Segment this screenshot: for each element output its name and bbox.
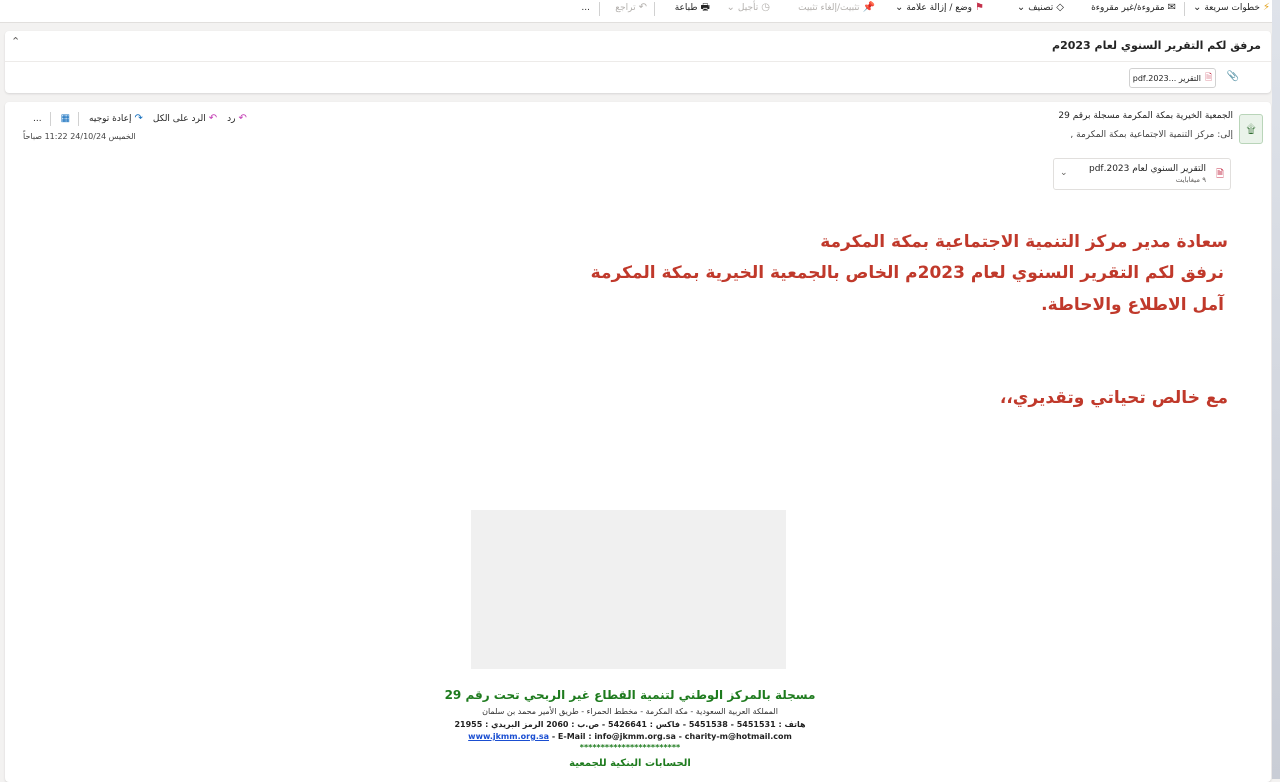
logo-icon: ۩ [1246,121,1256,136]
apps-button[interactable]: ▦ [61,114,70,124]
bank-accounts-title: الحسابات البنكية للجمعية [569,758,691,769]
chevron-up-icon[interactable]: ⌃ [11,35,20,48]
divider [78,112,80,126]
body-greeting: سعادة مدير مركز التنمية الاجتماعية بمكة … [820,232,1228,252]
body-closing: مع خالص تحياتي وتقديري،، [999,388,1228,408]
clock-icon: ◷ [761,2,770,13]
quick-steps-button[interactable]: ⚡ خطوات سريعة ⌄ [1193,0,1270,16]
forward-icon: ↷ [134,113,143,124]
chevron-down-icon[interactable]: ⌄ [1060,168,1068,178]
divider [49,112,51,126]
website-link[interactable]: www.jkmm.org.sa [468,732,549,741]
read-unread-button[interactable]: ✉ مقروءة/غير مقروءة [1091,0,1176,16]
signature-address: المملكة العربية السعودية - مكة المكرمة -… [482,707,778,716]
message-actions: ↶ رد ↶ الرد على الكل ↷ إعادة توجيه ▦ ... [23,111,247,127]
snooze-button[interactable]: ◷ تأجيل ⌄ [727,0,770,16]
reply-all-button[interactable]: ↶ الرد على الكل [153,113,218,125]
recipient[interactable]: مركز التنمية الاجتماعية بمكة المكرمة , [1070,130,1214,140]
chevron-down-icon: ⌄ [1192,2,1202,13]
to-label: إلى: [1217,130,1233,140]
categorize-button[interactable]: ◇ تصنيف ⌄ [1017,0,1064,16]
divider [5,61,1271,62]
recipients-line: إلى: مركز التنمية الاجتماعية بمكة المكرم… [1070,130,1233,140]
command-toolbar: ⚡ خطوات سريعة ⌄ ✉ مقروءة/غير مقروءة ◇ تص… [0,0,1280,23]
flag-button[interactable]: ⚑ وضع / إزالة علامة ⌄ [895,0,984,16]
email-addresses: - E-Mail : info@jkmm.org.sa - charity-m@… [551,732,792,741]
undo-button[interactable]: ↶ تراجع [615,0,647,16]
printer-icon: 🖶 [700,2,710,13]
message-date: الخميس 24/10/24 11:22 صباحاً [23,132,136,141]
chevron-down-icon: ⌄ [726,2,735,13]
more-options-button[interactable]: ... [581,0,590,16]
scrollbar[interactable] [1272,0,1280,779]
email-subject: مرفق لكم التقرير السنوي لعام 2023م [1052,39,1261,52]
pin-button[interactable]: 📌 تثبيت/إلغاء تثبيت [798,0,875,16]
grid-icon: ▦ [60,113,71,124]
sender-name[interactable]: الجمعية الخيرية بمكة المكرمة مسجلة برقم … [1058,111,1233,121]
more-actions-button[interactable]: ... [33,114,42,124]
lightning-icon: ⚡ [1262,2,1270,13]
signature-contact: www.jkmm.org.sa - E-Mail : info@jkmm.org… [305,732,955,741]
signature-phone: هاتف : 5451531 - 5451538 - فاكس : 542664… [454,720,806,729]
signature-title: مسجلة بالمركز الوطني لتنمية القطاع غير ا… [444,688,816,702]
message-card: ۩ الجمعية الخيرية بمكة المكرمة مسجلة برق… [5,102,1271,782]
subject-card: مرفق لكم التقرير السنوي لعام 2023م ⌃ 🗎 ا… [5,31,1271,93]
pdf-icon: 🗎 [1205,72,1213,83]
forward-button[interactable]: ↷ إعادة توجيه [89,113,143,125]
body-request: آمل الاطلاع والاحاطة. [1041,295,1224,315]
attachment-name: التقرير السنوي لعام 2023.pdf [1088,164,1206,174]
attachment-chip[interactable]: 🗎 التقرير ...2023.pdf [1129,68,1216,88]
attachment-size: ٩ ميغابايت [1175,176,1206,184]
signature-image [471,510,786,669]
flag-icon: ⚑ [975,2,984,13]
reply-all-icon: ↶ [208,113,218,124]
body-paragraph: نرفق لكم التقرير السنوي لعام 2023م الخاص… [590,263,1224,283]
pdf-icon: 🗎 [1215,169,1224,180]
undo-icon: ↶ [638,2,647,13]
reply-icon: ↶ [238,113,247,124]
paperclip-icon: 📎 [1226,71,1239,82]
pin-icon: 📌 [862,2,875,13]
envelope-icon: ✉ [1167,2,1176,13]
attachment-card[interactable]: 🗎 التقرير السنوي لعام 2023.pdf ٩ ميغاباي… [1053,158,1231,190]
sender-avatar[interactable]: ۩ [1239,114,1263,144]
chevron-down-icon: ⌄ [1016,2,1026,13]
chevron-down-icon: ⌄ [894,2,904,13]
reply-button[interactable]: ↶ رد [227,113,247,125]
print-button[interactable]: 🖶 طباعة [675,0,710,16]
tag-icon: ◇ [1056,2,1064,13]
signature-separator: ************************ [579,743,681,752]
